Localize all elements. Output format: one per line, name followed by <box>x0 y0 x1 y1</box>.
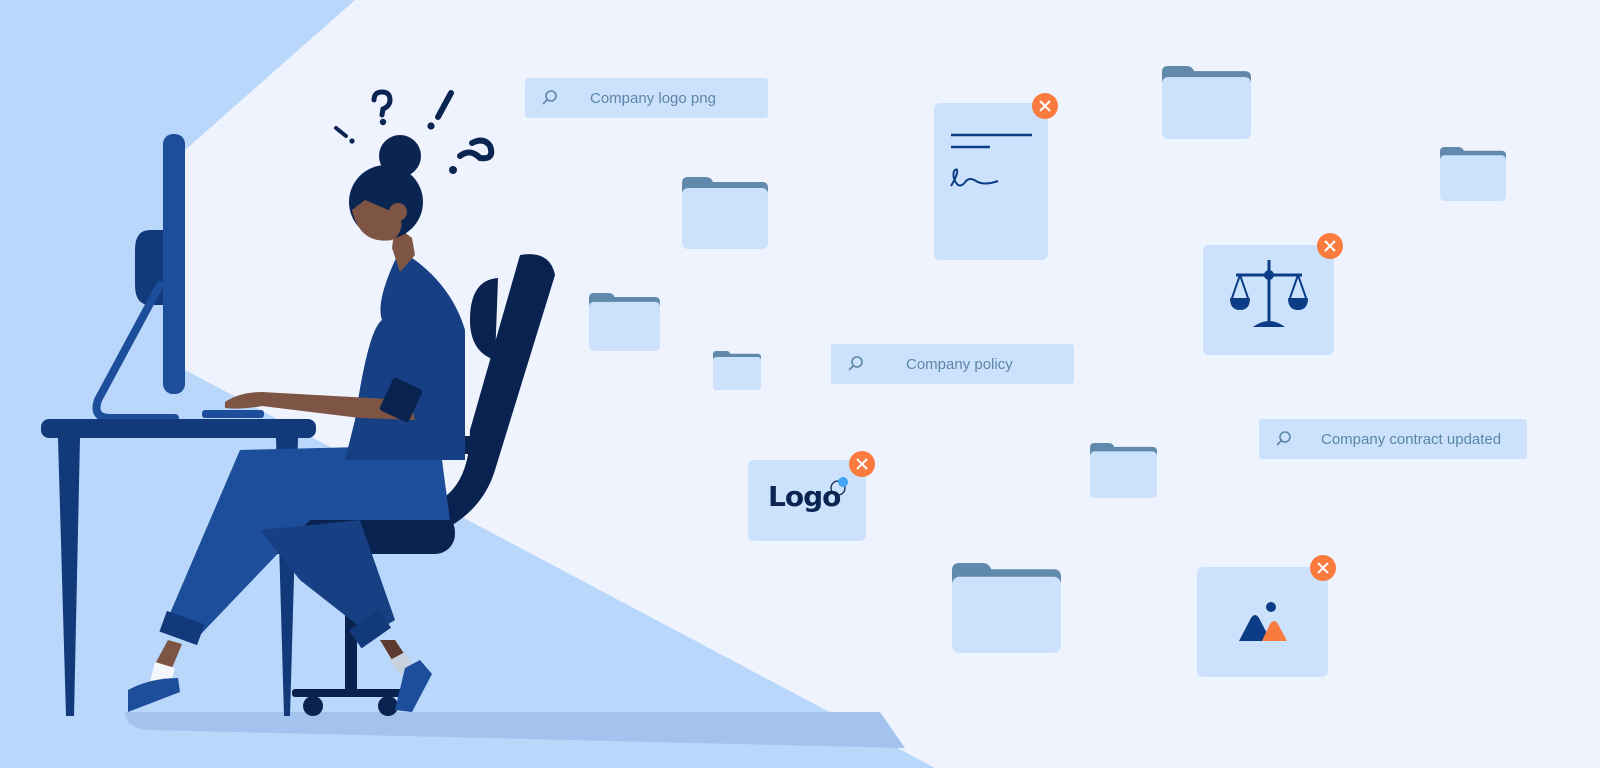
search-query: Company contract updated <box>1321 430 1502 448</box>
folder-icon[interactable] <box>1090 443 1157 498</box>
image-icon <box>1239 602 1287 641</box>
close-icon <box>1039 100 1051 112</box>
document-card[interactable] <box>934 93 1058 260</box>
search-bar-logo[interactable]: Company logo png <box>525 78 768 118</box>
close-button[interactable] <box>1310 555 1336 581</box>
scales-of-justice-icon <box>1230 260 1308 327</box>
search-query: Company logo png <box>590 89 716 107</box>
folder-icon[interactable] <box>713 351 761 390</box>
search-icon <box>1276 431 1291 446</box>
close-icon <box>856 458 868 470</box>
background-light-beam <box>0 0 935 768</box>
close-icon <box>1317 562 1329 574</box>
close-icon <box>1324 240 1336 252</box>
logo-card[interactable]: Logo <box>748 451 875 541</box>
search-icon <box>848 356 863 371</box>
question-icon-2 <box>449 137 495 174</box>
folder-icon[interactable] <box>952 563 1061 653</box>
search-bar-contract[interactable]: Company contract updated <box>1259 419 1527 459</box>
exclamation-icon-2 <box>427 90 454 130</box>
close-button[interactable] <box>849 451 875 477</box>
signed-document-icon <box>950 133 1032 187</box>
legal-card[interactable] <box>1203 233 1343 355</box>
keyboard <box>202 410 264 418</box>
exclamation-icon-1 <box>334 126 355 144</box>
close-button[interactable] <box>1032 93 1058 119</box>
scene-illustration <box>0 0 935 768</box>
folder-icon[interactable] <box>1440 147 1506 201</box>
logo-label: Logo <box>768 480 841 513</box>
folder-icon[interactable] <box>682 177 768 249</box>
search-query: Company policy <box>906 355 1013 373</box>
search-bar-policy[interactable]: Company policy <box>831 344 1074 384</box>
image-card[interactable] <box>1197 555 1336 677</box>
search-icon <box>542 90 557 105</box>
folder-icon[interactable] <box>1162 66 1251 139</box>
close-button[interactable] <box>1317 233 1343 259</box>
folder-icon[interactable] <box>589 293 660 351</box>
question-icon-1 <box>371 89 393 126</box>
